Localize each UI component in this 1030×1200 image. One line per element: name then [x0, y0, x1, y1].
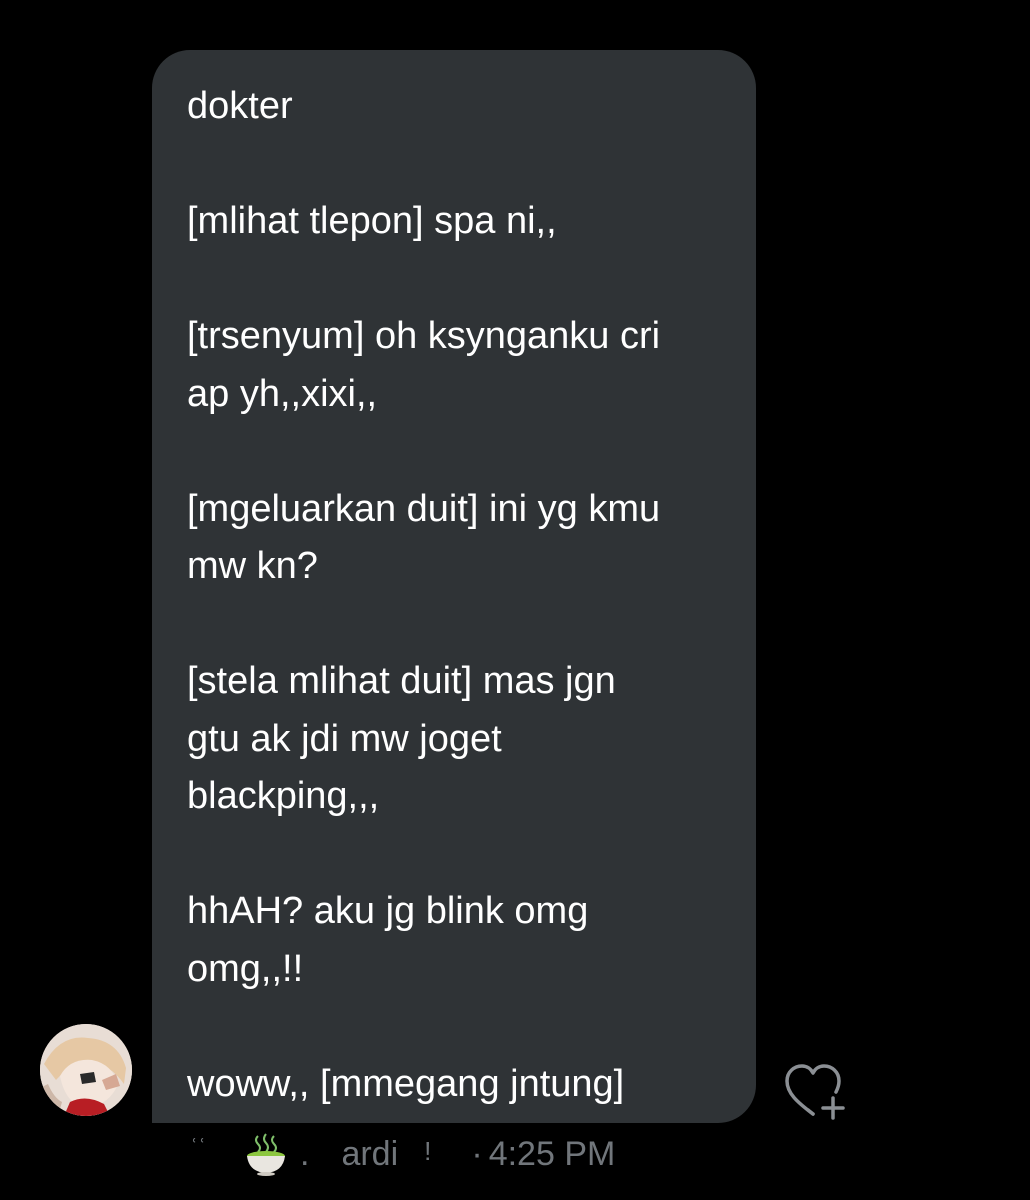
name-suffix-mark: !: [424, 1135, 432, 1166]
heart-plus-icon: [785, 1064, 845, 1120]
matcha-bowl-icon: [244, 1132, 288, 1176]
name-prefix-dot: .: [299, 1134, 310, 1173]
message-timestamp: 4:25 PM: [488, 1134, 616, 1173]
sender-display-name[interactable]: ardi: [341, 1135, 398, 1174]
meta-separator: ·: [471, 1134, 483, 1173]
quote-mark: ʿʿ: [190, 1135, 206, 1162]
message-text: dokter [mlihat tlepon] spa ni,, [trsenyu…: [187, 85, 661, 1105]
add-reaction-button[interactable]: [783, 1062, 847, 1120]
sender-avatar[interactable]: [40, 1024, 132, 1116]
message-meta: ʿʿ . ardi ! · 4:25 PM: [190, 1128, 615, 1180]
message-bubble[interactable]: dokter [mlihat tlepon] spa ni,, [trsenyu…: [152, 50, 756, 1123]
